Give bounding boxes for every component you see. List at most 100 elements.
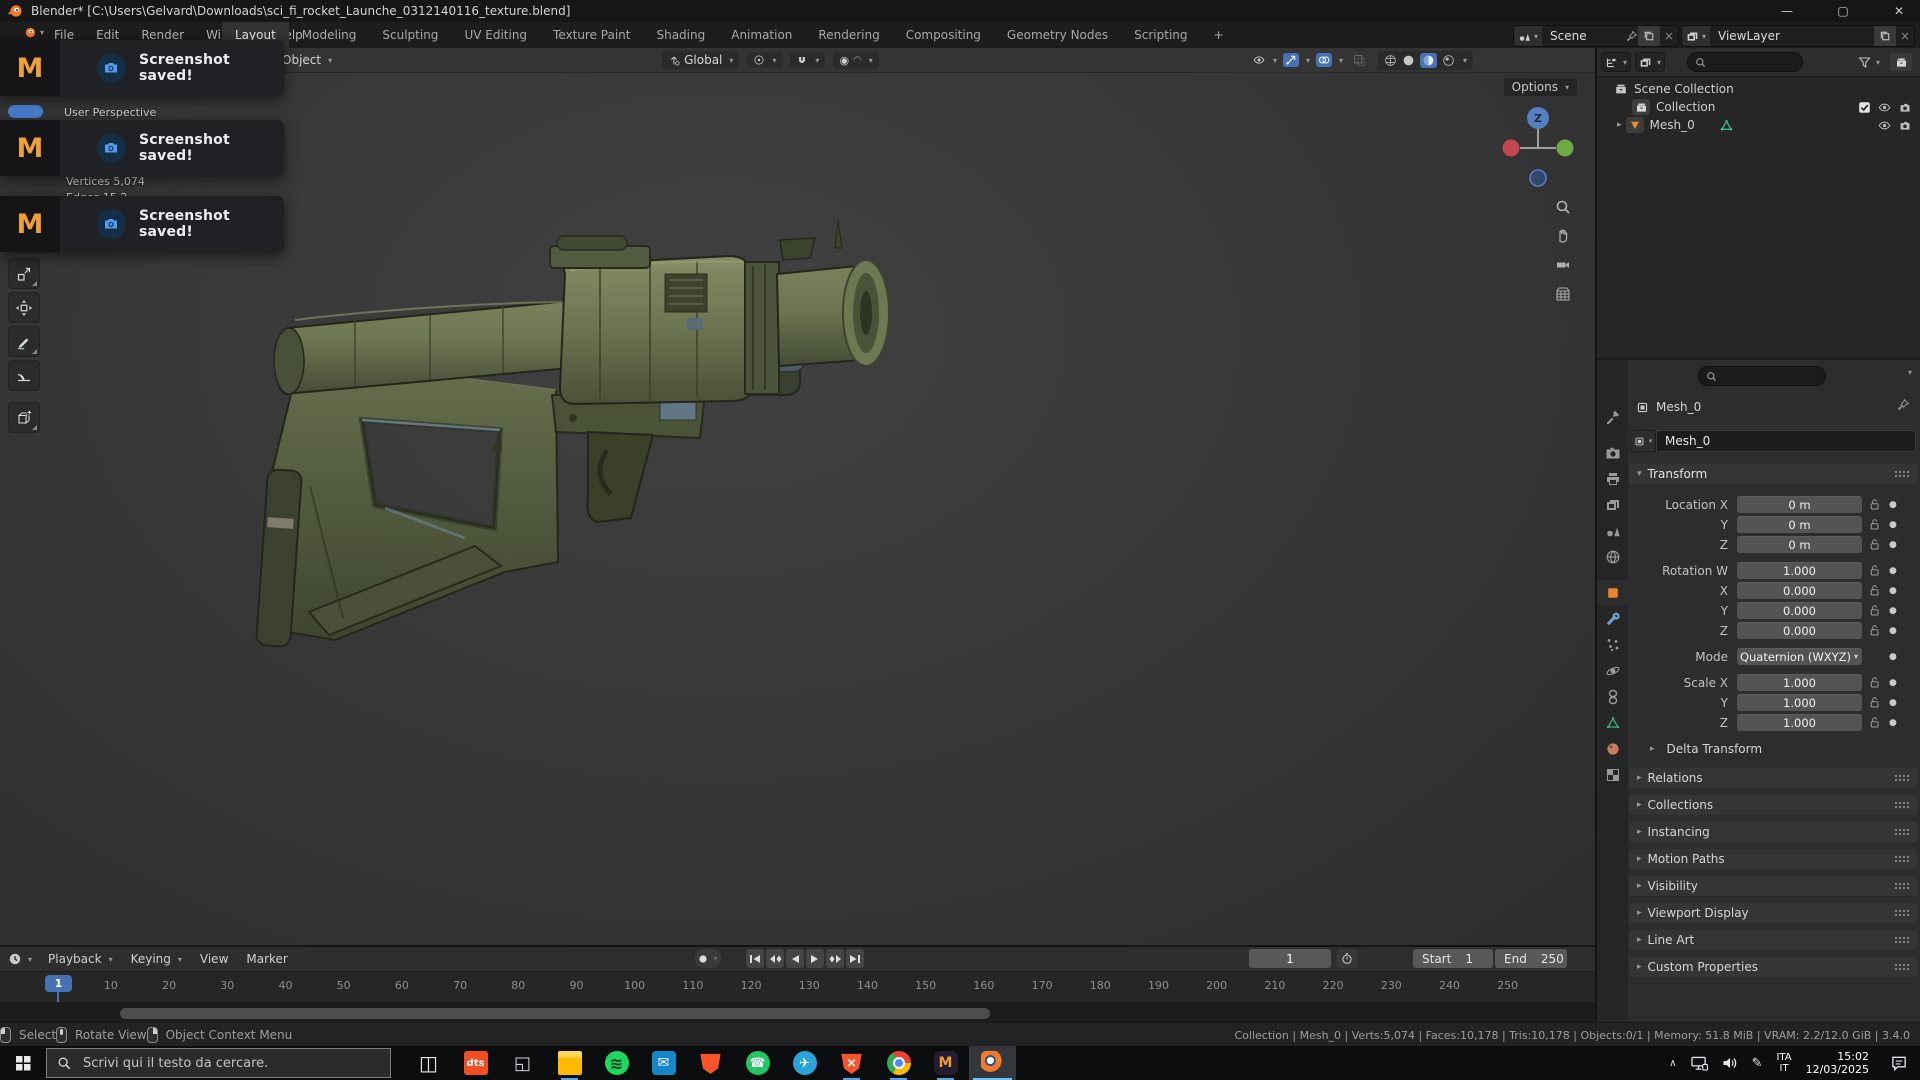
workspace-tab[interactable]: Rendering xyxy=(805,22,892,48)
start-frame-field[interactable]: Start 1 xyxy=(1413,949,1493,968)
outliner-display-mode-dropdown[interactable]: ▾ xyxy=(1601,52,1632,72)
gizmos-toggle[interactable]: ▾ xyxy=(1282,53,1310,67)
timeline-menu[interactable]: Playback ▾ xyxy=(48,952,113,966)
pin-icon[interactable] xyxy=(1897,398,1910,411)
workspace-tab[interactable]: UV Editing xyxy=(451,22,540,48)
remove-viewlayer-icon[interactable]: × xyxy=(1896,29,1914,43)
shading-material-icon[interactable] xyxy=(1419,52,1437,68)
tool-scale-button[interactable] xyxy=(8,258,40,289)
new-collection-button[interactable] xyxy=(1890,53,1912,71)
drag-dots-icon[interactable] xyxy=(1894,801,1909,809)
scene-icon[interactable]: ▾ xyxy=(1514,26,1543,46)
value-field[interactable]: 0 m ▾ xyxy=(1737,536,1862,553)
scene-name[interactable]: Scene xyxy=(1542,29,1626,43)
checkbox-icon[interactable] xyxy=(1858,101,1871,114)
outliner-row-mesh0[interactable]: ▸ Mesh_0 xyxy=(1597,116,1920,134)
animate-dot-icon[interactable]: ● xyxy=(1889,652,1897,662)
object-name-field[interactable]: Mesh_0 xyxy=(1656,430,1916,452)
tray-chevron-icon[interactable]: ∧ xyxy=(1669,1058,1676,1069)
collapsed-section[interactable]: ▸ Instancing xyxy=(1629,822,1917,842)
taskbar-app-button[interactable] xyxy=(875,1046,922,1080)
workspace-tab[interactable]: Sculpting xyxy=(369,22,451,48)
pin-icon[interactable] xyxy=(1626,30,1638,42)
use-preview-range-icon[interactable] xyxy=(1337,949,1357,968)
shading-dropdown-icon[interactable]: ▾ xyxy=(1463,56,1467,65)
xray-toggle[interactable] xyxy=(1353,54,1366,67)
tool-add-cube-button[interactable] xyxy=(8,402,40,433)
camera-view-icon[interactable] xyxy=(1552,254,1574,276)
search-input[interactable] xyxy=(81,1054,365,1072)
properties-tab[interactable] xyxy=(1597,466,1628,492)
lock-icon[interactable] xyxy=(1869,716,1881,729)
outliner-row-collection[interactable]: Collection xyxy=(1597,98,1920,116)
workspace-tab[interactable]: Shading xyxy=(643,22,718,48)
animate-dot-icon[interactable]: ● xyxy=(1889,566,1897,576)
taskbar-app-button[interactable]: ✈ xyxy=(781,1046,828,1080)
pivot-point-dropdown[interactable]: ▾ xyxy=(747,52,783,68)
animate-dot-icon[interactable]: ● xyxy=(1889,718,1897,728)
timeline-menu[interactable]: Marker ▾ xyxy=(246,952,287,966)
value-field[interactable]: 1.000 ▾ xyxy=(1737,714,1862,731)
lock-icon[interactable] xyxy=(1869,624,1881,637)
value-field[interactable]: 0 m ▾ xyxy=(1737,496,1862,513)
animate-dot-icon[interactable]: ● xyxy=(1889,626,1897,636)
end-frame-field[interactable]: End 250 xyxy=(1495,949,1567,968)
animate-dot-icon[interactable]: ● xyxy=(1889,540,1897,550)
next-keyframe-button[interactable] xyxy=(826,949,844,968)
drag-dots-icon[interactable] xyxy=(1894,470,1909,478)
properties-tab[interactable] xyxy=(1597,606,1628,632)
outliner-label[interactable]: Scene Collection xyxy=(1634,82,1734,96)
prev-keyframe-button[interactable] xyxy=(766,949,784,968)
model-rocket-launcher[interactable] xyxy=(235,218,895,698)
camera-visibility-icon[interactable] xyxy=(1898,101,1912,114)
current-frame-field[interactable]: 1 xyxy=(1249,949,1331,968)
jump-to-start-button[interactable] xyxy=(746,949,764,968)
drag-dots-icon[interactable] xyxy=(1894,909,1909,917)
notification-center-icon[interactable] xyxy=(1891,1055,1908,1071)
viewlayer-name[interactable]: ViewLayer xyxy=(1710,29,1874,43)
properties-tab[interactable] xyxy=(1597,492,1628,518)
drag-dots-icon[interactable] xyxy=(1894,936,1909,944)
pan-hand-icon[interactable] xyxy=(1552,225,1574,247)
shading-rendered-icon[interactable] xyxy=(1442,54,1455,67)
orthographic-toggle-icon[interactable] xyxy=(1552,283,1574,305)
drag-dots-icon[interactable] xyxy=(1894,963,1909,971)
value-field[interactable]: 1.000 ▾ xyxy=(1737,694,1862,711)
viewlayer-icon[interactable]: ▾ xyxy=(1682,26,1711,46)
taskbar-app-button[interactable]: × xyxy=(828,1046,875,1080)
proportional-edit-controls[interactable]: ◉ ◠ ▾ xyxy=(833,51,879,69)
outliner-filter-dropdown[interactable]: ▾ xyxy=(1858,56,1880,69)
properties-tab[interactable] xyxy=(1597,440,1628,466)
outliner-label[interactable]: Mesh_0 xyxy=(1650,118,1695,132)
timeline-menu[interactable]: View ▾ xyxy=(200,952,228,966)
taskbar-app-button[interactable]: ◫ xyxy=(405,1046,452,1080)
delta-transform-section[interactable]: ▸ Delta Transform xyxy=(1642,742,1762,756)
workspace-tab[interactable]: Modeling xyxy=(289,22,370,48)
new-viewlayer-icon[interactable] xyxy=(1874,26,1896,46)
drag-dots-icon[interactable] xyxy=(1894,774,1909,782)
workspace-tab[interactable]: Compositing xyxy=(893,22,994,48)
new-scene-icon[interactable] xyxy=(1638,26,1660,46)
taskbar-app-button[interactable] xyxy=(969,1046,1016,1080)
gizmo-x-axis[interactable] xyxy=(1502,139,1520,157)
drag-dots-icon[interactable] xyxy=(1894,828,1909,836)
minimize-button[interactable]: — xyxy=(1772,4,1802,18)
workspace-tab[interactable]: + xyxy=(1201,22,1237,48)
collapsed-section[interactable]: ▸ Collections xyxy=(1629,795,1917,815)
collapsed-section[interactable]: ▸ Visibility xyxy=(1629,876,1917,896)
properties-tab[interactable] xyxy=(1597,632,1628,658)
lock-icon[interactable] xyxy=(1869,696,1881,709)
object-data-icon[interactable]: ▾ xyxy=(1630,430,1656,452)
taskbar-app-button[interactable]: dts xyxy=(452,1046,499,1080)
taskbar-app-button[interactable] xyxy=(687,1046,734,1080)
timeline-menu[interactable]: Keying ▾ xyxy=(131,952,182,966)
scene-selector[interactable]: ▾ Scene × xyxy=(1513,25,1679,47)
timeline-ruler[interactable]: 10 20 30 40 50 60 70 80 90 100 110 120 130 140 150 160 1… xyxy=(0,971,1595,1024)
value-field[interactable]: 1.000 ▾ xyxy=(1737,674,1862,691)
start-button[interactable] xyxy=(0,1046,46,1080)
value-field[interactable]: 1.000 ▾ xyxy=(1737,562,1862,579)
outliner-filter-type-dropdown[interactable]: ▾ xyxy=(1635,52,1666,72)
value-field[interactable]: 0.000 ▾ xyxy=(1737,602,1862,619)
options-dropdown[interactable]: Options ▾ xyxy=(1503,78,1577,96)
unlink-scene-icon[interactable]: × xyxy=(1660,29,1678,43)
